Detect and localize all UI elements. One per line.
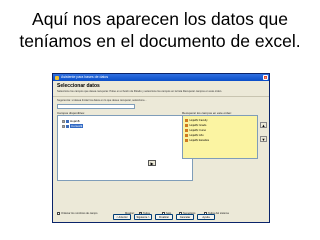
selected-field-item[interactable]: Hoja1$: Estudios [185,138,209,143]
move-up-button[interactable]: ▲ [260,122,267,128]
database-wizard-window: Asistente para bases de datos × Seleccio… [52,73,270,223]
wizard-buttons: < Anterior Siguiente > Finalizar Cancela… [53,214,269,220]
dialog-heading: Seleccionar datos [57,83,100,89]
selected-field-item[interactable]: Hoja1$: Año [185,133,204,138]
finish-button[interactable]: Finalizar [155,214,173,220]
expand-icon[interactable]: + [62,119,65,123]
cancel-button[interactable]: Cancelar [176,214,194,220]
back-button[interactable]: < Anterior [113,214,131,220]
slide-title: Aquí nos aparecen los datos que teníamos… [0,8,320,52]
tree-item-cursos[interactable]: + Cursos$ [62,124,84,128]
table-icon [66,124,69,128]
move-field-button[interactable]: ▶ [148,160,156,166]
filter-hint: Sugerencia: si desea limitar los datos e… [57,99,147,102]
filter-field[interactable] [57,104,135,109]
divider [53,96,269,97]
selected-field-item[interactable]: Hoja1$: Grado [185,123,206,128]
selected-field-label: Hoja1$: Año [189,133,204,137]
selected-field-label: Hoja1$: Grado [189,123,207,127]
selected-field-label: Hoja1$: Faculty [189,118,208,122]
table-icon [66,119,69,123]
field-icon [185,128,188,132]
field-icon [185,123,188,127]
close-icon[interactable]: × [263,75,268,80]
field-icon [185,138,188,142]
slide-title-line-1: Aquí nos aparecen los datos que [32,9,288,29]
dialog-description: Seleccione los campos que desea recupera… [57,90,223,93]
selected-field-label: Hoja1$: Curso [189,128,207,132]
app-icon [55,75,59,80]
move-down-button[interactable]: ▼ [260,136,267,142]
selected-fields-list[interactable]: Hoja1$: Faculty Hoja1$: Grado Hoja1$: Cu… [182,115,258,159]
window-title: Asistente para bases de datos [61,75,109,79]
selected-field-label: Hoja1$: Estudios [189,138,210,142]
help-button[interactable]: Ayuda [197,214,215,220]
selected-field-item[interactable]: Hoja1$: Curso [185,128,206,133]
next-button[interactable]: Siguiente > [134,214,152,220]
slide-title-line-2: teníamos en el documento de excel. [19,31,301,51]
tree-item-hoja1[interactable]: + Hoja1$ [62,119,80,123]
expand-icon[interactable]: + [62,124,65,128]
window-titlebar: Asistente para bases de datos × [53,74,269,81]
available-fields-list[interactable]: + Hoja1$ + Cursos$ [57,115,193,181]
field-icon [185,133,188,137]
selected-field-item[interactable]: Hoja1$: Faculty [185,118,208,123]
tree-item-label: Cursos$ [70,124,84,128]
tree-item-label: Hoja1$ [70,119,80,123]
field-icon [185,118,188,122]
